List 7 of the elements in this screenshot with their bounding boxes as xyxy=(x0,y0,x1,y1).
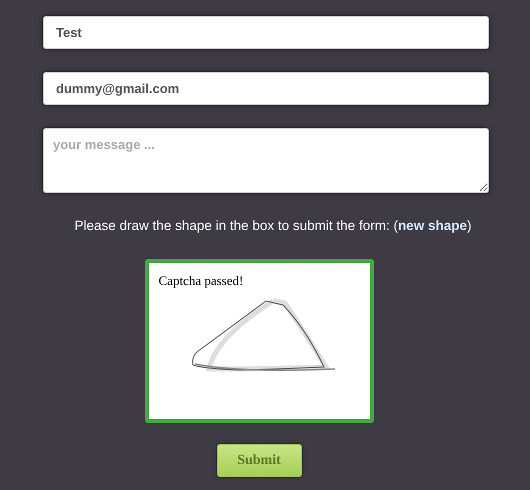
captcha-message: Captcha passed! xyxy=(158,273,244,289)
name-field[interactable]: Test xyxy=(43,16,489,49)
new-shape-link[interactable]: new shape xyxy=(398,218,467,233)
message-field[interactable]: your message ... xyxy=(43,128,489,193)
email-field[interactable]: dummy@gmail.com xyxy=(43,72,489,105)
captcha-drawing-box[interactable]: Captcha passed! xyxy=(144,259,374,423)
instruction-text: Please draw the shape in the box to submit the form: (new shape) xyxy=(74,218,472,233)
